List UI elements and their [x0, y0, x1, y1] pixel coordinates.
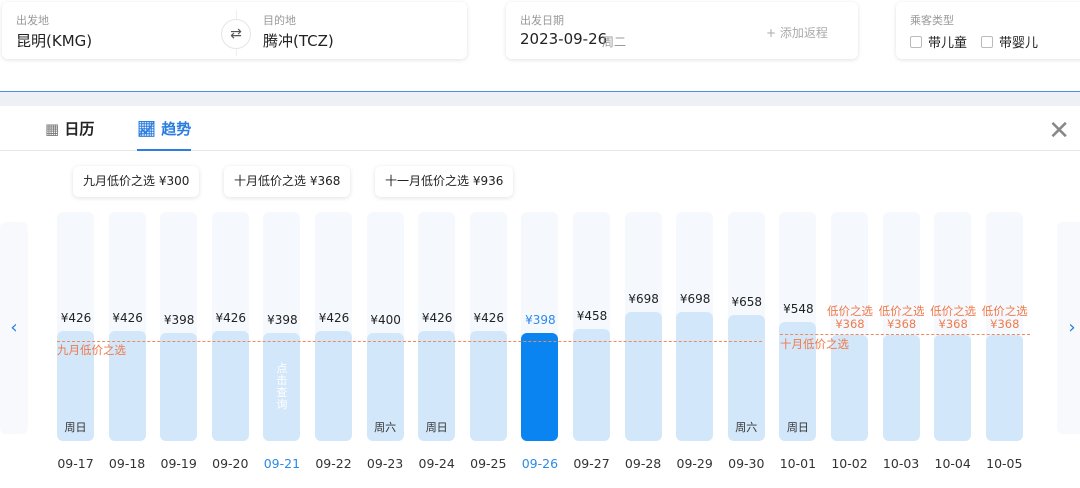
low-price: ¥368: [990, 317, 1020, 331]
low-tag: 低价之选: [827, 304, 873, 318]
add-return-button[interactable]: + 添加返程: [766, 24, 828, 41]
weekday-label: 周六: [374, 421, 397, 434]
price-bar[interactable]: [521, 332, 559, 441]
trend-chart-icon: 📈︎: [137, 120, 157, 138]
price-bar[interactable]: [882, 335, 920, 441]
date-label[interactable]: 10-01: [772, 456, 824, 471]
price-bar[interactable]: [211, 330, 249, 441]
next-week-button[interactable]: ›: [1057, 222, 1080, 434]
day-column[interactable]: ¥658 周六: [727, 212, 765, 441]
date-label[interactable]: 09-19: [153, 456, 205, 471]
day-column[interactable]: ¥458: [573, 212, 610, 441]
date-label[interactable]: 09-21: [256, 456, 308, 471]
date-label[interactable]: 09-28: [617, 456, 669, 471]
day-column[interactable]: ¥548 周日: [779, 212, 817, 441]
click-hint: 点击查询: [276, 361, 288, 411]
weekday-label: 周日: [786, 421, 809, 434]
sep-low-line-label: 九月低价之选: [57, 343, 126, 357]
price-bar[interactable]: [469, 330, 507, 441]
day-column[interactable]: ¥426: [108, 212, 146, 441]
date-label[interactable]: 09-24: [411, 456, 463, 471]
date-label[interactable]: 09-27: [566, 456, 618, 471]
close-icon[interactable]: ✕: [1048, 116, 1070, 146]
date-label[interactable]: 09-26: [514, 456, 566, 471]
date-label[interactable]: 10-03: [875, 456, 927, 471]
date-label[interactable]: 09-22: [308, 456, 360, 471]
oct-low-line: [780, 334, 1030, 335]
origin-field[interactable]: 昆明(KMG): [16, 30, 92, 51]
route-card: 出发地 昆明(KMG) ⇄ 目的地 腾冲(TCZ): [2, 2, 467, 59]
day-column[interactable]: ¥698: [676, 212, 714, 441]
day-column[interactable]: 低价之选 ¥368: [930, 212, 976, 441]
price-bar[interactable]: [624, 312, 662, 441]
low-tag: 低价之选: [981, 304, 1028, 318]
day-column[interactable]: 低价之选 ¥368: [879, 212, 925, 441]
price-label: 低价之选 ¥368: [975, 305, 1035, 331]
date-label[interactable]: 09-29: [669, 456, 721, 471]
passenger-card: 乘客类型 带儿童 带婴儿: [896, 2, 1080, 59]
weekday-label: 周日: [64, 421, 87, 434]
day-column[interactable]: ¥426: [211, 212, 249, 441]
day-column[interactable]: ¥426: [315, 212, 352, 441]
weekday: 周二: [602, 35, 627, 49]
date-label[interactable]: 09-23: [359, 456, 411, 471]
month-low-pill-sep[interactable]: 九月低价之选 ¥300: [73, 166, 200, 197]
prev-week-button[interactable]: ‹: [0, 222, 28, 434]
dest-field[interactable]: 腾冲(TCZ): [263, 30, 334, 51]
date-label[interactable]: 09-30: [720, 456, 772, 471]
date-label[interactable]: 10-05: [978, 456, 1030, 471]
passenger-label: 乘客类型: [910, 14, 954, 27]
day-column[interactable]: 低价之选 ¥368: [827, 212, 873, 441]
day-column[interactable]: ¥698: [624, 212, 662, 441]
price-bar[interactable]: [160, 332, 198, 441]
day-column[interactable]: ¥398 点击查询: [263, 212, 301, 441]
tab-trend[interactable]: 📈︎ 趋势: [137, 118, 192, 151]
chevron-left-icon: ‹: [10, 317, 18, 338]
date-label[interactable]: 10-04: [927, 456, 979, 471]
date-card[interactable]: 出发日期 2023-09-26 周二 + 添加返程: [506, 2, 858, 59]
month-low-pill-nov[interactable]: 十一月低价之选 ¥936: [375, 166, 514, 197]
weekday-label: 周六: [735, 421, 758, 434]
weekday-label: 周日: [425, 421, 448, 434]
date-label[interactable]: 10-02: [824, 456, 876, 471]
origin-label: 出发地: [16, 14, 49, 27]
day-column[interactable]: ¥398: [160, 212, 198, 441]
infant-checkbox[interactable]: 带婴儿: [981, 32, 1038, 51]
day-column[interactable]: ¥400 周六: [366, 212, 404, 441]
low-price: ¥368: [886, 317, 917, 331]
day-column[interactable]: ¥426 周日: [418, 212, 456, 441]
date-label[interactable]: 09-17: [50, 456, 102, 471]
date-field[interactable]: 2023-09-26: [520, 30, 607, 48]
sep-low-line: [57, 341, 762, 342]
price-bar[interactable]: [573, 328, 610, 441]
day-column[interactable]: ¥398: [521, 212, 559, 441]
price-label: ¥458: [576, 308, 608, 323]
price-bar[interactable]: [985, 335, 1023, 441]
child-checkbox[interactable]: 带儿童: [910, 32, 967, 51]
tab-bar: ▦ 日历 📈︎ 趋势 ✕: [0, 106, 1080, 151]
date-label[interactable]: 09-25: [462, 456, 514, 471]
calendar-icon: ▦: [45, 120, 60, 138]
price-bar[interactable]: [676, 312, 714, 441]
price-bar[interactable]: [934, 335, 972, 441]
tab-calendar[interactable]: ▦ 日历: [45, 118, 94, 139]
day-column[interactable]: 低价之选 ¥368: [982, 212, 1028, 441]
date-label: 出发日期: [520, 14, 564, 27]
oct-low-line-label: 十月低价之选: [780, 337, 849, 351]
swap-icon[interactable]: ⇄: [221, 19, 251, 49]
date-label[interactable]: 09-18: [101, 456, 153, 471]
day-column[interactable]: ¥426: [469, 212, 507, 441]
month-low-pill-oct[interactable]: 十月低价之选 ¥368: [224, 166, 351, 197]
low-tag: 低价之选: [930, 304, 977, 318]
dest-label: 目的地: [263, 14, 296, 27]
day-column[interactable]: ¥426 周日: [57, 212, 94, 441]
chevron-right-icon: ›: [1068, 317, 1076, 338]
low-price: ¥368: [938, 317, 968, 331]
price-bar[interactable]: [315, 330, 352, 441]
low-price: ¥368: [835, 317, 865, 331]
separator-band: [0, 91, 1080, 106]
low-tag: 低价之选: [878, 304, 925, 318]
date-label[interactable]: 09-20: [204, 456, 256, 471]
